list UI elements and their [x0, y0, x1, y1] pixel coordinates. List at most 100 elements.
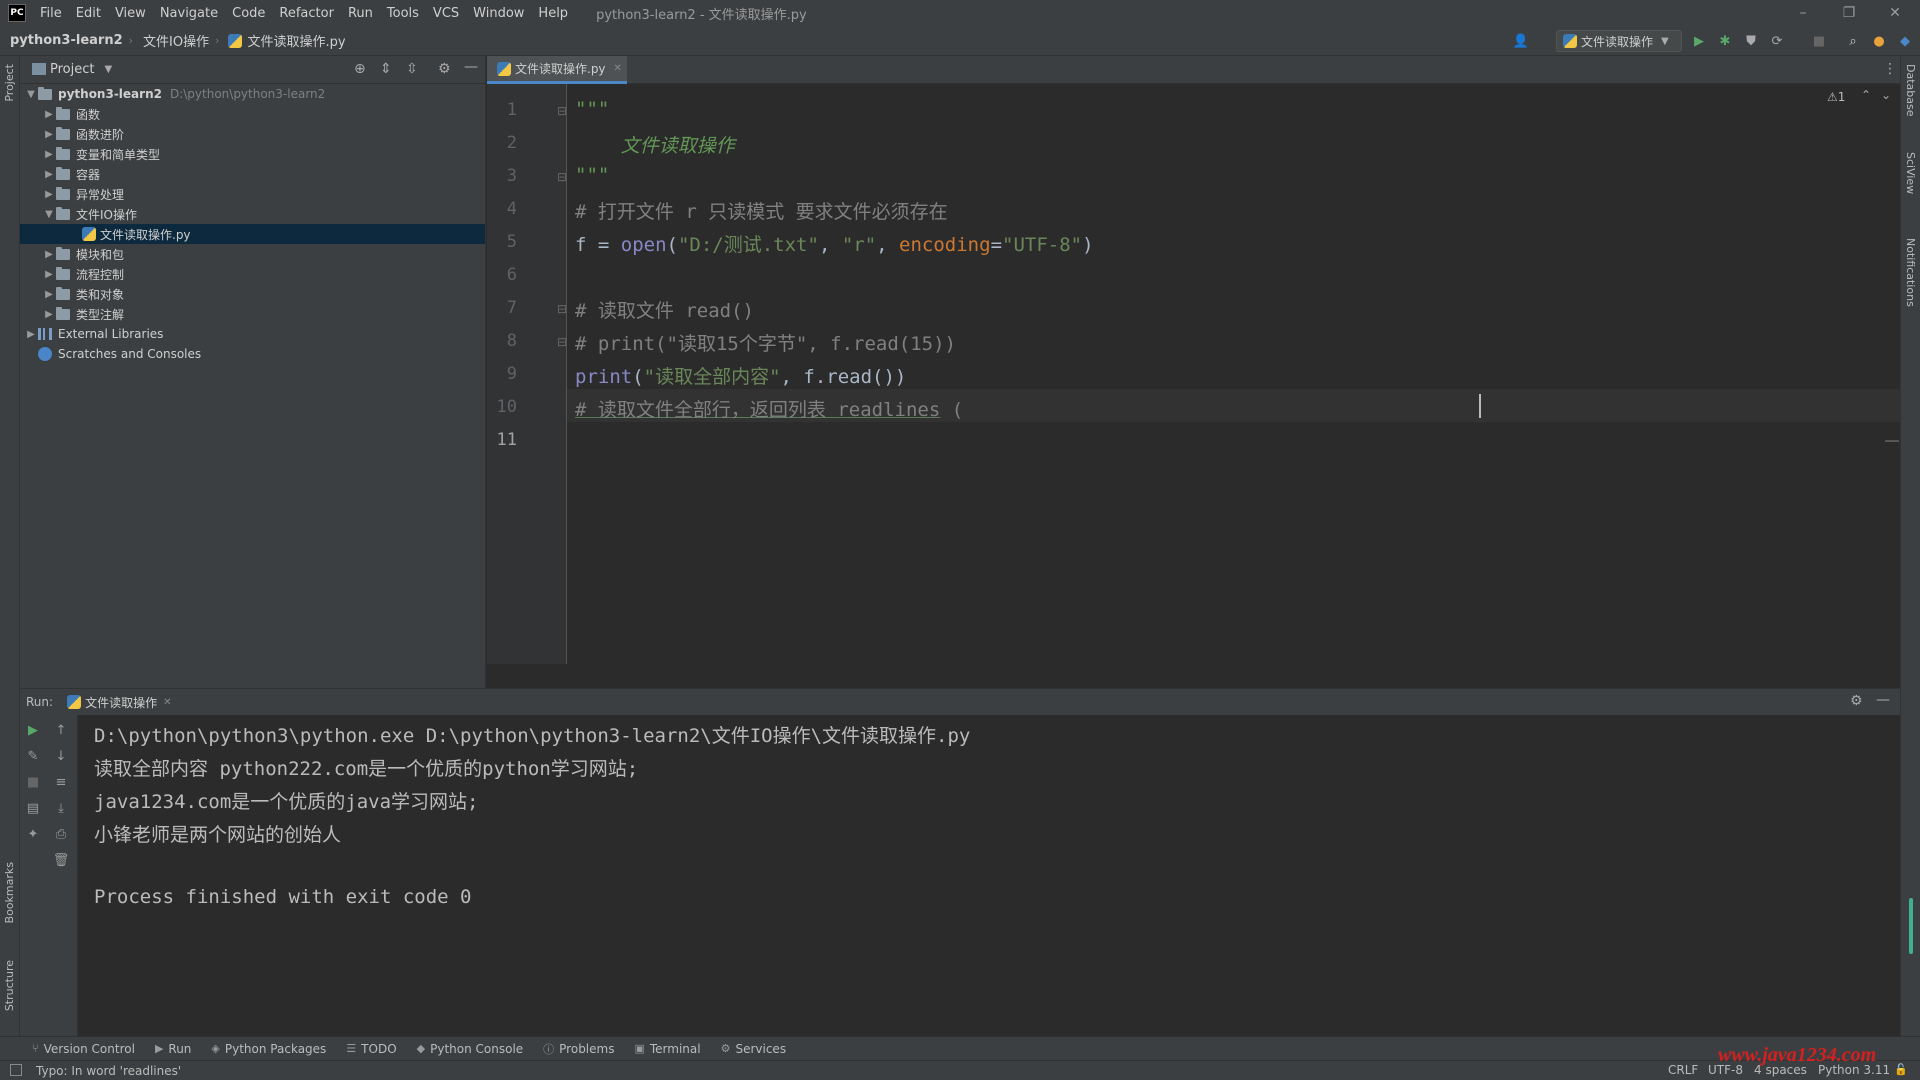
tree-folder[interactable]: ▶ 函数进阶 [42, 124, 482, 144]
breadcrumb-folder[interactable]: 文件IO操作 [143, 31, 209, 50]
menu-file[interactable]: File [40, 6, 62, 21]
code-line-11[interactable]: # 读取文件全部行，返回列表 readlines ( [575, 395, 963, 422]
coverage-icon[interactable]: ⛊ [1742, 32, 1760, 50]
project-tool-tab[interactable]: Project [3, 64, 16, 102]
tree-file-selected[interactable]: 文件读取操作.py [20, 224, 485, 244]
breadcrumb-file[interactable]: 文件读取操作.py [248, 31, 346, 50]
pin-icon[interactable]: ✦ [24, 825, 42, 843]
problems-tab[interactable]: ⓘ Problems [543, 1041, 614, 1057]
stop-icon[interactable]: ■ [1810, 32, 1828, 50]
tree-folder[interactable]: ▶ 模块和包 [42, 244, 482, 264]
sciview-tool-tab[interactable]: SciView [1904, 152, 1917, 194]
tree-folder[interactable]: ▶ 异常处理 [42, 184, 482, 204]
locate-icon[interactable]: ⊕ [354, 61, 366, 77]
toggle-tool-windows-icon[interactable] [10, 1064, 22, 1076]
menu-refactor[interactable]: Refactor [279, 6, 334, 21]
expand-all-icon[interactable]: ⇕ [380, 61, 392, 77]
chevron-down-icon[interactable]: ⌄ [1881, 88, 1891, 102]
gear-icon[interactable]: ⚙ [1850, 693, 1863, 709]
soft-wrap-icon[interactable]: ≡ [52, 773, 70, 791]
project-view-select[interactable]: Project [50, 62, 94, 77]
tree-folder[interactable]: ▶ 函数 [42, 104, 482, 124]
more-options-icon[interactable]: ⋮ [1883, 61, 1897, 77]
code-line-8[interactable]: # print("读取15个字节", f.read(15)) [575, 329, 956, 356]
trash-icon[interactable]: 🗑 [52, 851, 70, 869]
tree-root[interactable]: ▼ python3-learn2 D:\python\python3-learn… [24, 84, 484, 104]
chevron-right-icon[interactable]: ▶ [42, 109, 56, 120]
update-icon[interactable]: ● [1870, 32, 1888, 50]
search-icon[interactable]: ⌕ [1844, 32, 1862, 50]
editor-tab-active[interactable]: 文件读取操作.py ✕ [487, 56, 627, 84]
arrow-down-icon[interactable]: ↓ [52, 747, 70, 765]
services-tab[interactable]: ⚙ Services [721, 1042, 786, 1056]
close-tab-icon[interactable]: ✕ [614, 63, 622, 74]
menu-help[interactable]: Help [538, 6, 568, 21]
scrollbar-thumb[interactable] [1909, 898, 1913, 954]
minimize-icon[interactable]: – [1780, 0, 1826, 26]
code-line-5[interactable]: f = open("D:/测试.txt", "r", encoding="UTF… [575, 230, 1094, 257]
tree-scratches[interactable]: Scratches and Consoles [38, 344, 478, 364]
code-line-1[interactable]: """ [575, 98, 609, 120]
python-console-tab[interactable]: ◆ Python Console [417, 1042, 524, 1056]
structure-tool-tab[interactable]: Structure [3, 960, 16, 1011]
bookmarks-tool-tab[interactable]: Bookmarks [3, 862, 16, 923]
menu-edit[interactable]: Edit [76, 6, 101, 21]
chevron-right-icon[interactable]: ▶ [42, 309, 56, 320]
chevron-right-icon[interactable]: ▶ [42, 149, 56, 160]
chevron-right-icon[interactable]: ▶ [42, 289, 56, 300]
restore-icon[interactable]: ❐ [1826, 0, 1872, 26]
arrow-up-icon[interactable]: ↑ [52, 721, 70, 739]
layout-icon[interactable]: ▤ [24, 799, 42, 817]
todo-tab[interactable]: ☰ TODO [346, 1042, 396, 1056]
menu-tools[interactable]: Tools [387, 6, 419, 21]
stop-icon[interactable]: ■ [24, 773, 42, 791]
chevron-down-icon[interactable]: ▼ [104, 64, 112, 75]
close-tab-icon[interactable]: ✕ [163, 697, 171, 708]
chevron-right-icon[interactable]: ▶ [24, 329, 38, 340]
chevron-right-icon[interactable]: ▶ [42, 269, 56, 280]
breadcrumb-project[interactable]: python3-learn2 [10, 33, 123, 48]
code-line-4[interactable]: # 打开文件 r 只读模式 要求文件必须存在 [575, 197, 948, 224]
fold-marker-icon[interactable]: ⊟ [557, 302, 567, 316]
code-line-3[interactable]: """ [575, 164, 609, 186]
hide-panel-icon[interactable]: — [464, 59, 478, 75]
tree-folder[interactable]: ▶ 变量和简单类型 [42, 144, 482, 164]
menu-vcs[interactable]: VCS [433, 6, 459, 21]
jetbrains-icon[interactable]: ◆ [1896, 32, 1914, 50]
fold-marker-icon[interactable]: ⊟ [557, 335, 567, 349]
lock-icon[interactable]: 🔓 [1894, 1063, 1908, 1076]
warning-count-badge[interactable]: ⚠1 [1827, 90, 1845, 104]
notifications-tool-tab[interactable]: Notifications [1904, 238, 1917, 307]
profile-icon[interactable]: ⟳ [1768, 32, 1786, 50]
print-icon[interactable]: ⎙ [52, 825, 70, 843]
menu-code[interactable]: Code [232, 6, 265, 21]
user-icon[interactable]: 👤 [1512, 32, 1530, 50]
tree-folder[interactable]: ▶ 类型注解 [42, 304, 482, 324]
tree-folder[interactable]: ▶ 容器 [42, 164, 482, 184]
status-message[interactable]: Typo: In word 'readlines' [36, 1064, 181, 1078]
run-configuration-select[interactable]: 文件读取操作 ▼ [1556, 30, 1682, 52]
code-line-7[interactable]: # 读取文件 read() [575, 296, 754, 323]
tree-folder[interactable]: ▶ 流程控制 [42, 264, 482, 284]
run-icon[interactable]: ▶ [1690, 32, 1708, 50]
chevron-right-icon[interactable]: ▶ [42, 169, 56, 180]
menu-navigate[interactable]: Navigate [160, 6, 218, 21]
chevron-right-icon[interactable]: ▶ [42, 189, 56, 200]
chevron-up-icon[interactable]: ⌃ [1861, 88, 1871, 102]
wrench-icon[interactable]: ✎ [24, 747, 42, 765]
chevron-right-icon[interactable]: ▶ [42, 129, 56, 140]
hide-panel-icon[interactable]: — [1876, 692, 1890, 708]
menu-view[interactable]: View [115, 6, 146, 21]
chevron-down-icon[interactable]: ▼ [42, 209, 56, 220]
code-line-9[interactable]: print("读取全部内容", f.read()) [575, 362, 906, 389]
python-packages-tab[interactable]: ◈ Python Packages [211, 1042, 326, 1056]
gear-icon[interactable]: ⚙ [438, 61, 451, 77]
code-line-2[interactable]: 文件读取操作 [575, 131, 735, 158]
tree-folder[interactable]: ▶ 类和对象 [42, 284, 482, 304]
debug-icon[interactable]: ✱ [1716, 32, 1734, 50]
run-tab[interactable]: 文件读取操作 ✕ [67, 694, 171, 711]
rerun-icon[interactable]: ▶ [24, 721, 42, 739]
chevron-down-icon[interactable]: ▼ [24, 89, 38, 100]
scroll-to-end-icon[interactable]: ⤓ [52, 799, 70, 817]
version-control-tab[interactable]: ⑂ Version Control [32, 1042, 135, 1056]
